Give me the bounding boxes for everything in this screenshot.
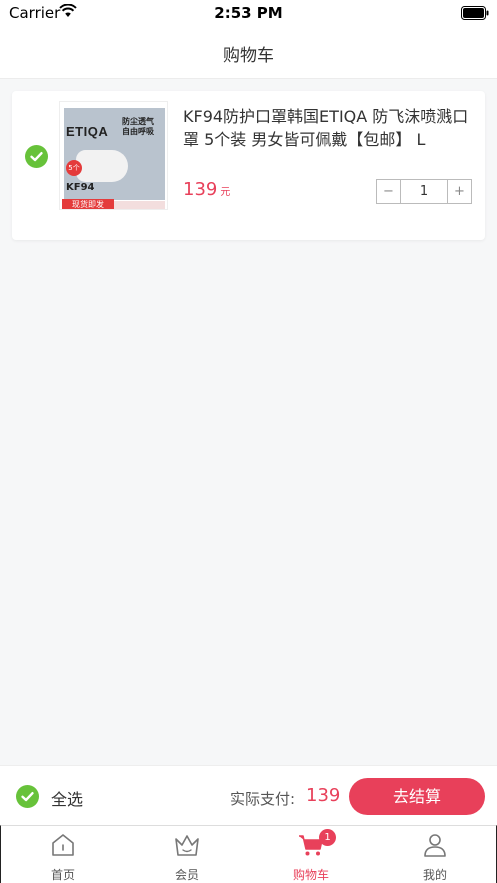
- tab-mine-label: 我的: [422, 868, 447, 882]
- product-image-brand: ETIQA: [66, 124, 109, 139]
- tab-cart[interactable]: 1 购物车: [249, 826, 373, 883]
- quantity-stepper: − 1 +: [376, 179, 472, 204]
- product-price: 139 元: [183, 179, 230, 200]
- page-title: 购物车: [223, 46, 274, 66]
- tab-home-label: 首页: [50, 868, 75, 882]
- clock: 2:53 PM: [214, 4, 283, 22]
- decrease-quantity-button[interactable]: −: [377, 180, 401, 203]
- battery-icon: [461, 5, 489, 24]
- item-select-checkbox[interactable]: [25, 145, 48, 168]
- tab-mine[interactable]: 我的: [373, 826, 497, 883]
- price-value: 139: [183, 179, 218, 200]
- cart-badge: 1: [319, 829, 336, 846]
- product-title[interactable]: KF94防护口罩韩国ETIQA 防飞沫喷溅口罩 5个装 男女皆可佩戴【包邮】 L: [183, 105, 473, 151]
- pay-total: 139: [306, 785, 341, 806]
- pay-label: 实际支付:: [230, 790, 296, 808]
- home-icon: [52, 834, 74, 856]
- tab-member-label: 会员: [174, 868, 199, 882]
- status-bar: Carrier 2:53 PM: [0, 0, 497, 28]
- select-all-checkbox[interactable]: [16, 785, 39, 808]
- tab-member[interactable]: 会员: [125, 826, 249, 883]
- checkmark-icon: [21, 792, 34, 802]
- cart-item: ETIQA 防尘透气 自由呼吸 5个 KF94 现货即发 KF94防护口罩韩国E…: [12, 91, 485, 240]
- mask-graphic: [76, 150, 128, 182]
- crown-icon: [175, 835, 199, 856]
- product-image-model: KF94: [66, 182, 95, 193]
- quantity-value[interactable]: 1: [401, 180, 447, 203]
- product-image-band: [114, 201, 165, 209]
- product-image-slogan: 防尘透气 自由呼吸: [122, 117, 154, 136]
- tab-home[interactable]: 首页: [1, 826, 125, 883]
- tab-bar: 首页 会员 1 购物车 我的: [0, 825, 497, 883]
- checkout-bar: 全选 实际支付: 139 去结算: [0, 765, 497, 825]
- product-image-tag: 现货即发: [62, 199, 114, 209]
- product-image-count: 5个: [66, 160, 82, 176]
- select-all-label[interactable]: 全选: [51, 786, 83, 810]
- navigation-bar: 购物车: [0, 28, 497, 79]
- price-unit: 元: [220, 187, 231, 198]
- user-icon: [424, 834, 446, 857]
- checkmark-icon: [30, 152, 43, 162]
- increase-quantity-button[interactable]: +: [447, 180, 471, 203]
- tab-cart-label: 购物车: [292, 868, 329, 882]
- checkout-button[interactable]: 去结算: [349, 778, 485, 815]
- product-image[interactable]: ETIQA 防尘透气 自由呼吸 5个 KF94 现货即发: [59, 101, 168, 210]
